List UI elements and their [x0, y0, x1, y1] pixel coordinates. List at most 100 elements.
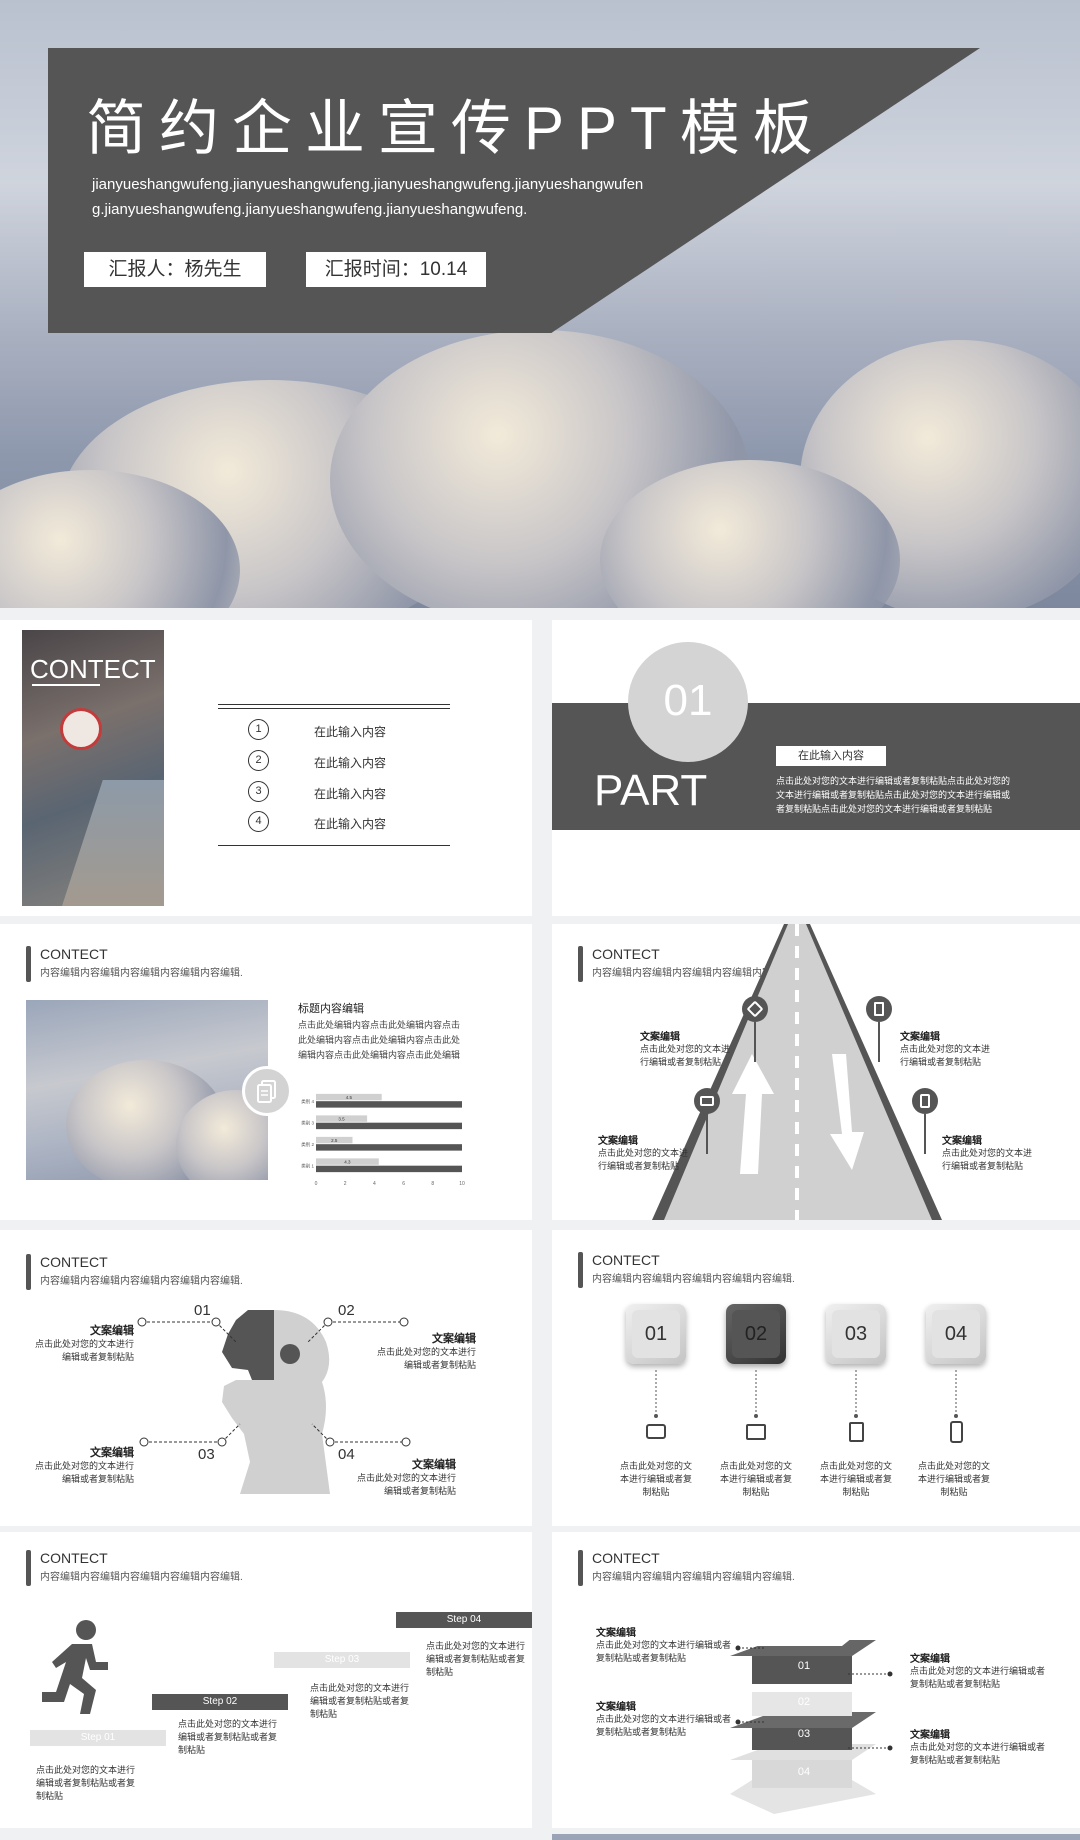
puzzle-number: 03	[198, 1446, 215, 1463]
road-graphic	[652, 924, 942, 1220]
text-body: 点击此处对您的文本进行编辑或者复制粘贴	[34, 1339, 134, 1362]
road-text-block: 文案编辑 点击此处对您的文本进行编辑或者复制粘贴	[900, 1028, 996, 1069]
item-number: 2	[248, 750, 269, 771]
text-title: 文案编辑	[910, 1730, 950, 1741]
item-number: 1	[248, 719, 269, 740]
tablet-icon	[920, 1094, 930, 1108]
tile-text: 点击此处对您的文本进行编辑或者复制粘贴	[719, 1461, 792, 1497]
document-icon	[242, 1066, 292, 1116]
tile-text: 点击此处对您的文本进行编辑或者复制粘贴	[917, 1461, 990, 1497]
text-body: 点击此处对您的文本进行编辑或者复制粘贴	[900, 1044, 991, 1067]
chart-slide[interactable]: CONTECT 内容编辑内容编辑内容编辑内容编辑内容编辑. 标题内容编辑 点击此…	[0, 924, 532, 1220]
bar-background	[316, 1122, 462, 1130]
text-body: 点击此处对您的文本进行编辑或者复制粘贴	[640, 1044, 731, 1067]
category-label: 类别 4	[301, 1098, 314, 1105]
data-label: 2.5	[331, 1138, 338, 1143]
tick-label: 8	[431, 1181, 434, 1187]
puzzle-text-block: 文案编辑 点击此处对您的文本进行编辑或者复制粘贴	[352, 1456, 456, 1498]
contents-slide[interactable]: CONTECT 1 在此输入内容 2 在此输入内容 3 在此输入内容 4 在此输…	[0, 620, 532, 916]
tick-label: 6	[402, 1181, 405, 1187]
cover-title: 简约企业宣传PPT模板	[86, 95, 826, 162]
step-text: 点击此处对您的文本进行编辑或者复制粘贴或者复制粘贴	[178, 1719, 278, 1755]
puzzle-number: 02	[338, 1302, 355, 1319]
part-number: 01	[663, 676, 713, 725]
camera-icon	[700, 1096, 714, 1106]
part-box: 在此输入内容	[776, 746, 886, 766]
steps-slide[interactable]: CONTECT 内容编辑内容编辑内容编辑内容编辑内容编辑. Step 01 St…	[0, 1532, 532, 1828]
report-time-label: 汇报时间：10.14	[306, 252, 486, 287]
text-body: 点击此处对您的文本进行编辑或者复制粘贴	[356, 1473, 456, 1496]
text-title: 文案编辑	[90, 1325, 134, 1337]
text-body: 点击此处对您的文本进行编辑或者复制粘贴或者复制粘贴	[910, 1742, 1046, 1765]
sky-photo	[26, 1000, 268, 1180]
layer-text-block: 文案编辑 点击此处对您的文本进行编辑或者复制粘贴或者复制粘贴	[910, 1650, 1048, 1691]
text-body: 点击此处对您的文本进行编辑或者复制粘贴	[376, 1347, 476, 1370]
road-slide[interactable]: CONTECT 内容编辑内容编辑内容编辑内容编辑内容编辑. 文案编辑 点击此处对…	[552, 924, 1080, 1220]
bar-background	[316, 1144, 462, 1151]
item-label: 在此输入内容	[314, 756, 387, 770]
divider-bottom	[218, 845, 450, 846]
puzzle-number: 01	[194, 1302, 211, 1319]
layer-text-block: 文案编辑 点击此处对您的文本进行编辑或者复制粘贴或者复制粘贴	[910, 1726, 1048, 1767]
tick-label: 0	[315, 1181, 318, 1187]
category-label: 类别 1	[301, 1162, 314, 1169]
part-slide[interactable]: 01 PART 在此输入内容 点击此处对您的文本进行编辑或者复制粘贴点击此处对您…	[552, 620, 1080, 916]
item-number: 4	[248, 811, 269, 832]
text-title: 文案编辑	[598, 1136, 638, 1147]
item-label: 在此输入内容	[314, 817, 387, 831]
divider-top	[218, 704, 450, 709]
text-title: 文案编辑	[596, 1628, 636, 1639]
sign-shape	[60, 708, 102, 750]
road-text-block: 文案编辑 点击此处对您的文本进行编辑或者复制粘贴	[598, 1132, 694, 1173]
text-title: 文案编辑	[432, 1333, 476, 1345]
step-bar: Step 02	[152, 1694, 288, 1710]
part-description: 点击此处对您的文本进行编辑或者复制粘贴点击此处对您的文本进行编辑或者复制粘贴点击…	[776, 776, 1011, 814]
camera-icon	[646, 1424, 666, 1439]
text-body: 点击此处对您的文本进行编辑或者复制粘贴	[942, 1148, 1033, 1171]
puzzle-slide[interactable]: CONTECT 内容编辑内容编辑内容编辑内容编辑内容编辑. 01 02 03 0…	[0, 1230, 532, 1526]
step-text: 点击此处对您的文本进行编辑或者复制粘贴或者复制粘贴	[36, 1765, 136, 1801]
puzzle-text-block: 文案编辑 点击此处对您的文本进行编辑或者复制粘贴	[372, 1330, 476, 1372]
cover-slide[interactable]: 简约企业宣传PPT模板 jianyueshangwufeng.jianyuesh…	[0, 0, 1080, 608]
bar-background	[316, 1101, 462, 1108]
document-icon	[849, 1422, 864, 1442]
category-label: 类别 2	[301, 1141, 314, 1148]
road-pin-stick	[754, 1022, 756, 1062]
contents-title: CONTECT	[30, 654, 156, 684]
text-body: 点击此处对您的文本进行编辑或者复制粘贴或者复制粘贴	[596, 1714, 732, 1737]
road-pin-stick	[878, 1022, 880, 1062]
layer-text-block: 文案编辑 点击此处对您的文本进行编辑或者复制粘贴或者复制粘贴	[596, 1624, 734, 1665]
text-title: 文案编辑	[640, 1032, 680, 1043]
puzzle-text-block: 文案编辑 点击此处对您的文本进行编辑或者复制粘贴	[30, 1444, 134, 1486]
item-label: 在此输入内容	[314, 725, 387, 739]
part-word: PART	[594, 766, 708, 815]
tile-text: 点击此处对您的文本进行编辑或者复制粘贴	[819, 1461, 892, 1497]
layers-slide[interactable]: CONTECT 内容编辑内容编辑内容编辑内容编辑内容编辑. 01 02 03 0…	[552, 1532, 1080, 1828]
reporter-label: 汇报人：杨先生	[84, 252, 266, 287]
header-subtitle: 内容编辑内容编辑内容编辑内容编辑内容编辑.	[40, 1572, 243, 1583]
data-label: 4.3	[344, 1160, 351, 1165]
tile-text: 点击此处对您的文本进行编辑或者复制粘贴	[619, 1461, 692, 1497]
header-title: CONTECT	[40, 1550, 108, 1566]
chart-body-text: 点击此处编辑内容点击此处编辑内容点击此处编辑内容点击此处编辑内容点击此处编辑内容…	[298, 1020, 461, 1060]
item-label: 在此输入内容	[314, 787, 387, 801]
road-pin-stick	[924, 1114, 926, 1154]
data-label: 3.5	[338, 1117, 345, 1122]
step-bar: Step 03	[274, 1652, 410, 1668]
step-text: 点击此处对您的文本进行编辑或者复制粘贴或者复制粘贴	[310, 1683, 410, 1719]
item-number: 3	[248, 781, 269, 802]
buttons-slide[interactable]: CONTECT 内容编辑内容编辑内容编辑内容编辑内容编辑. 01 02 03 0…	[552, 1230, 1080, 1526]
corridor-shape	[62, 780, 164, 906]
header-subtitle: 内容编辑内容编辑内容编辑内容编辑内容编辑.	[40, 968, 243, 979]
text-body: 点击此处对您的文本进行编辑或者复制粘贴	[34, 1461, 134, 1484]
tick-label: 4	[373, 1181, 376, 1187]
text-body: 点击此处对您的文本进行编辑或者复制粘贴或者复制粘贴	[910, 1666, 1046, 1689]
cover-subtitle: jianyueshangwufeng.jianyueshangwufeng.ji…	[92, 176, 644, 218]
road-text-block: 文案编辑 点击此处对您的文本进行编辑或者复制粘贴	[942, 1132, 1038, 1173]
next-slide-edge	[552, 1834, 1080, 1840]
play-icon	[746, 1424, 766, 1440]
step-text: 点击此处对您的文本进行编辑或者复制粘贴或者复制粘贴	[426, 1641, 526, 1677]
text-body: 点击此处对您的文本进行编辑或者复制粘贴或者复制粘贴	[596, 1640, 732, 1663]
road-pin-stick	[706, 1114, 708, 1154]
text-body: 点击此处对您的文本进行编辑或者复制粘贴	[598, 1148, 689, 1171]
